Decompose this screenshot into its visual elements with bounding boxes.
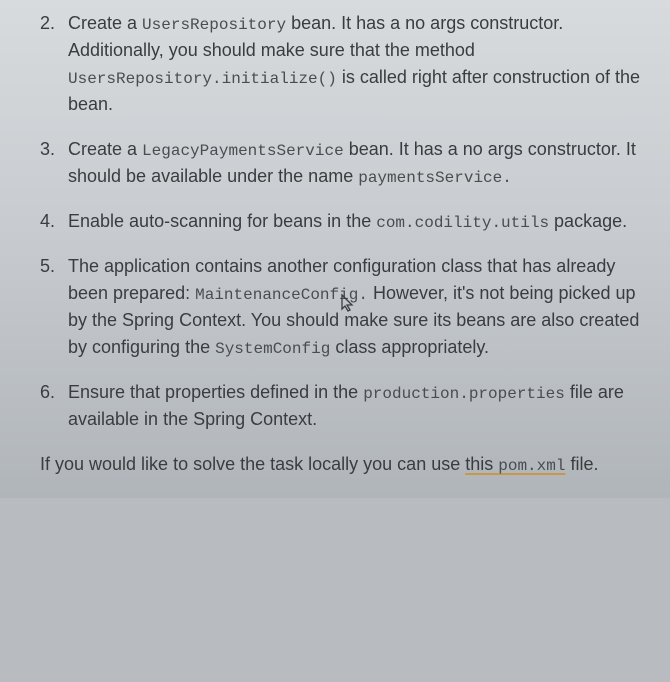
- list-item: 5. The application contains another conf…: [40, 253, 655, 361]
- list-item: 2. Create a UsersRepository bean. It has…: [40, 10, 655, 118]
- text: package.: [549, 211, 627, 231]
- list-item: 4. Enable auto-scanning for beans in the…: [40, 208, 655, 235]
- instruction-list: 2. Create a UsersRepository bean. It has…: [40, 10, 655, 433]
- list-item: 6. Ensure that properties defined in the…: [40, 379, 655, 433]
- text: file.: [565, 454, 598, 474]
- pom-link[interactable]: this pom.xml: [465, 454, 565, 474]
- code-inline: UsersRepository.initialize(): [68, 70, 337, 88]
- item-number: 6.: [40, 379, 55, 406]
- code-inline: UsersRepository: [142, 16, 286, 34]
- text: Enable auto-scanning for beans in the: [68, 211, 376, 231]
- text: Create a: [68, 13, 142, 33]
- code-inline: production.properties: [363, 385, 565, 403]
- text: class appropriately.: [330, 337, 489, 357]
- item-number: 2.: [40, 10, 55, 37]
- code-inline: com.codility.utils: [376, 214, 549, 232]
- code-inline: SystemConfig: [215, 340, 330, 358]
- item-number: 4.: [40, 208, 55, 235]
- item-number: 5.: [40, 253, 55, 280]
- text: Create a: [68, 139, 142, 159]
- document-page: 2. Create a UsersRepository bean. It has…: [0, 0, 670, 498]
- item-number: 3.: [40, 136, 55, 163]
- code-inline: MaintenanceConfig.: [195, 286, 368, 304]
- code-inline: paymentsService.: [358, 169, 512, 187]
- text: If you would like to solve the task loca…: [40, 454, 465, 474]
- code-inline: pom.xml: [498, 457, 565, 475]
- footer-note: If you would like to solve the task loca…: [40, 451, 655, 478]
- list-item: 3. Create a LegacyPaymentsService bean. …: [40, 136, 655, 190]
- code-inline: LegacyPaymentsService: [142, 142, 344, 160]
- text: Ensure that properties defined in the: [68, 382, 363, 402]
- link-text: this: [465, 454, 498, 474]
